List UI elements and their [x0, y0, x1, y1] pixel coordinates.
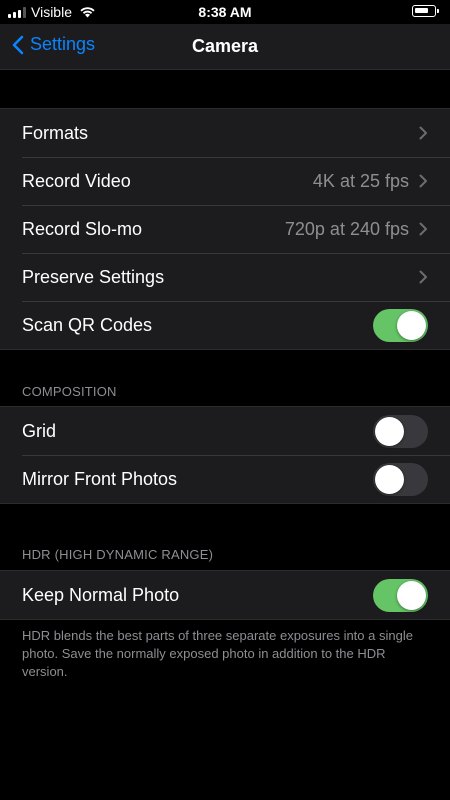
row-label: Keep Normal Photo — [22, 584, 180, 605]
section-header-composition: COMPOSITION — [22, 384, 117, 399]
chevron-right-icon — [419, 126, 427, 140]
row-formats[interactable]: Formats — [0, 109, 450, 157]
row-grid: Grid — [0, 407, 450, 455]
row-value: 720p at 240 fps — [284, 218, 409, 239]
camera-settings-group: Formats Record Video 4K at 25 fps Record… — [0, 108, 450, 350]
row-label: Mirror Front Photos — [22, 468, 178, 489]
chevron-right-icon — [419, 270, 427, 284]
composition-group: Grid Mirror Front Photos — [0, 406, 450, 504]
row-mirror-front-photos: Mirror Front Photos — [0, 455, 450, 503]
row-scan-qr-codes: Scan QR Codes — [0, 301, 450, 349]
grid-toggle[interactable] — [373, 414, 428, 448]
row-label: Record Slo-mo — [22, 218, 143, 239]
section-header-hdr: HDR (HIGH DYNAMIC RANGE) — [22, 547, 214, 562]
status-bar: Visible 8:38 AM — [0, 0, 450, 24]
row-record-video[interactable]: Record Video 4K at 25 fps — [0, 157, 450, 205]
navigation-bar: Settings Camera — [0, 24, 450, 70]
hdr-footer-note: HDR blends the best parts of three separ… — [22, 628, 413, 679]
chevron-right-icon — [419, 222, 427, 236]
row-value: 4K at 25 fps — [312, 170, 409, 191]
page-title: Camera — [191, 36, 259, 56]
battery-icon — [412, 5, 439, 17]
row-label: Grid — [22, 420, 57, 441]
status-time: 8:38 AM — [198, 4, 252, 20]
row-label: Record Video — [22, 170, 131, 191]
row-label: Preserve Settings — [22, 266, 165, 287]
row-keep-normal-photo: Keep Normal Photo — [0, 571, 450, 619]
row-preserve-settings[interactable]: Preserve Settings — [0, 253, 450, 301]
hdr-group: Keep Normal Photo — [0, 570, 450, 620]
keep-normal-photo-toggle[interactable] — [373, 578, 428, 612]
scan-qr-codes-toggle[interactable] — [373, 308, 428, 342]
mirror-front-photos-toggle[interactable] — [373, 462, 428, 496]
row-label: Scan QR Codes — [22, 314, 153, 335]
row-label: Formats — [22, 122, 89, 143]
chevron-right-icon — [419, 174, 427, 188]
row-record-slo-mo[interactable]: Record Slo-mo 720p at 240 fps — [0, 205, 450, 253]
